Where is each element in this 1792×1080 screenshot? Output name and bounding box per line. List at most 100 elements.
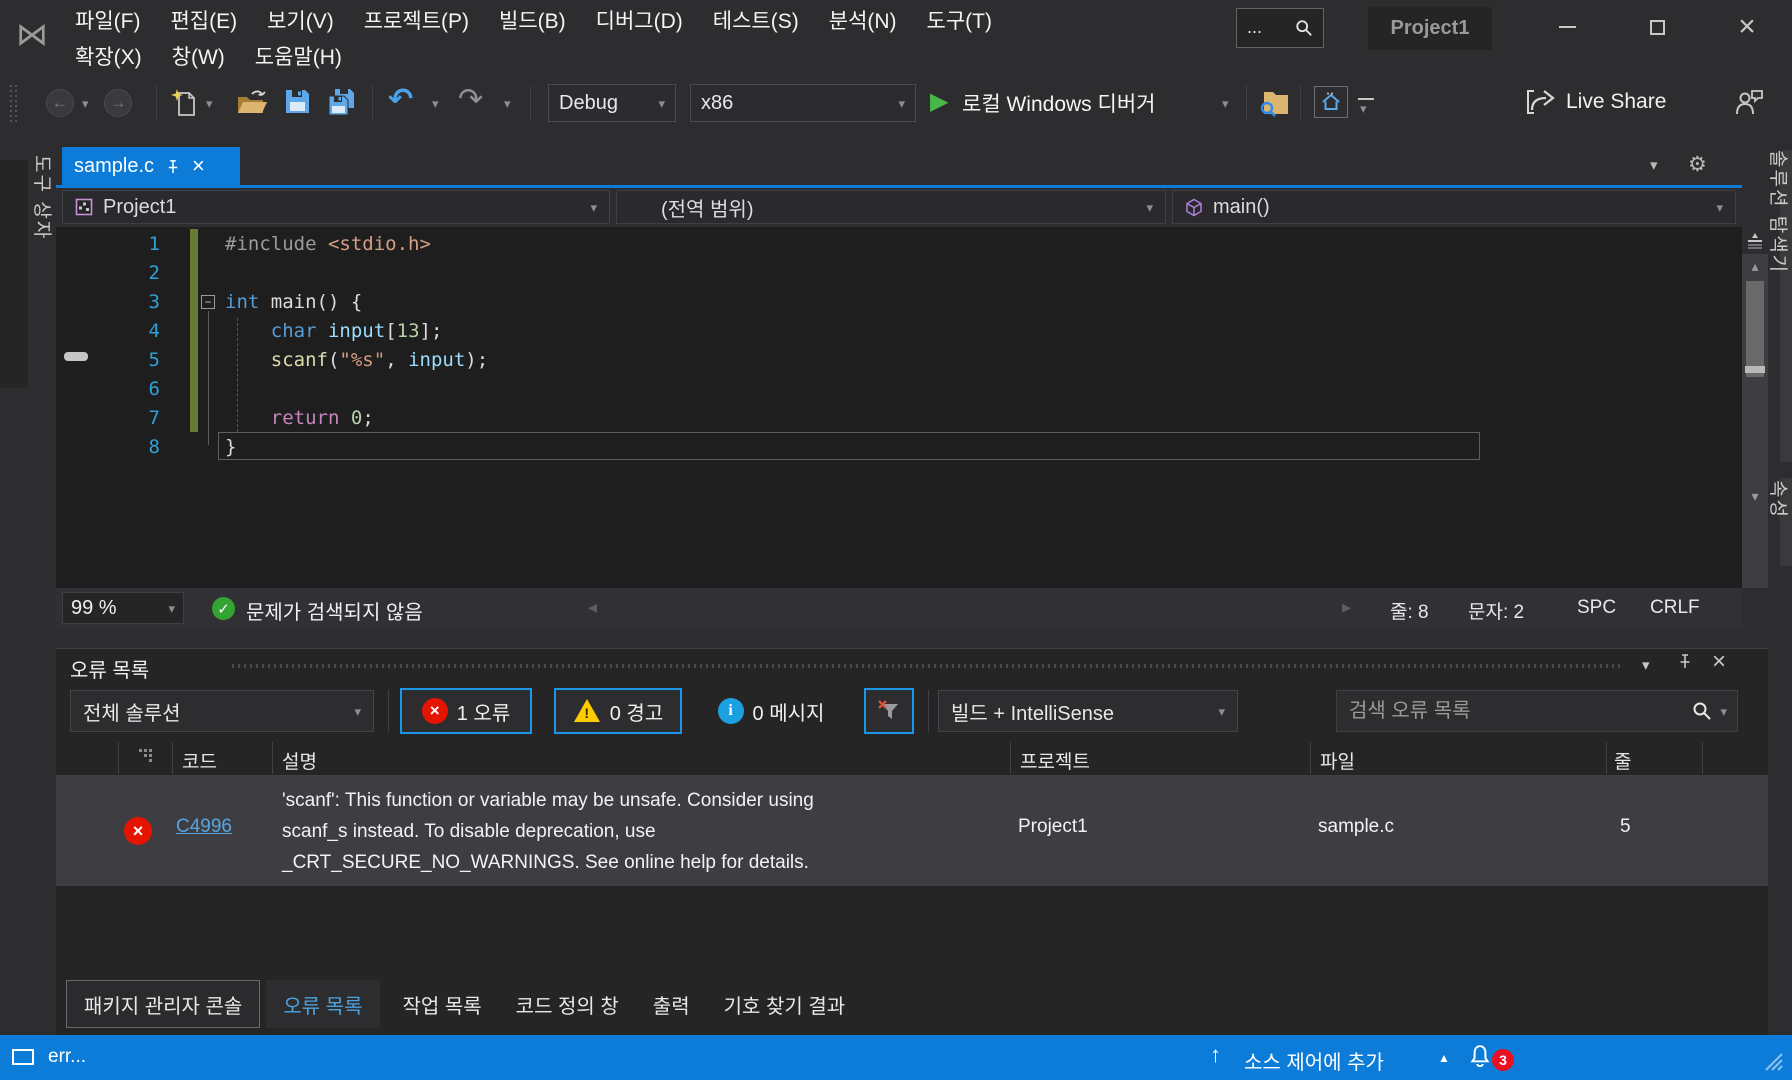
- line-number[interactable]: 7: [56, 407, 160, 429]
- warnings-filter-toggle[interactable]: ! 0 경고: [554, 688, 682, 734]
- messages-filter-toggle[interactable]: i 0 메시지: [700, 690, 842, 732]
- pin-icon[interactable]: [166, 159, 180, 174]
- line-number[interactable]: 1: [56, 233, 160, 255]
- undo-dropdown-caret[interactable]: ▾: [432, 97, 439, 110]
- column-header-line[interactable]: 줄: [1614, 747, 1631, 774]
- document-tab-sample-c[interactable]: sample.c ×: [62, 147, 240, 185]
- error-project-cell[interactable]: Project1: [1018, 816, 1088, 838]
- save-all-button[interactable]: [326, 88, 358, 118]
- column-header-code[interactable]: 코드: [182, 747, 217, 774]
- panel-tab-package-manager-console[interactable]: 패키지 관리자 콘솔: [66, 980, 261, 1028]
- panel-tab-task-list[interactable]: 작업 목록: [386, 980, 499, 1028]
- navbar-scope-dropdown[interactable]: (전역 범위) ▾: [616, 190, 1166, 224]
- code-line-7[interactable]: 7 return 0;: [56, 403, 1606, 432]
- panel-position-caret[interactable]: ▾: [1642, 658, 1650, 673]
- source-control-caret-icon[interactable]: ▲: [1438, 1051, 1450, 1065]
- platform-dropdown[interactable]: x86 ▾: [690, 84, 916, 122]
- debugger-dropdown-caret[interactable]: ▾: [1222, 97, 1229, 110]
- panel-tab-error-list[interactable]: 오류 목록: [266, 980, 380, 1028]
- hscroll-left-arrow[interactable]: ◂: [588, 597, 597, 618]
- start-debugging-play-icon[interactable]: ▶: [930, 90, 948, 114]
- new-file-button[interactable]: [170, 88, 198, 118]
- navigate-forward-button[interactable]: →: [104, 89, 132, 117]
- status-bar-left-text[interactable]: err...: [48, 1046, 86, 1068]
- cursor-line-indicator[interactable]: 줄: 8: [1390, 597, 1429, 624]
- solution-config-dropdown[interactable]: Debug ▾: [548, 84, 676, 122]
- add-to-source-control-button[interactable]: 소스 제어에 추가: [1244, 1046, 1384, 1075]
- code-line-3[interactable]: 3 int main() {: [56, 287, 1606, 316]
- document-health-check-icon[interactable]: ✓: [212, 597, 235, 620]
- live-share-button[interactable]: [1524, 88, 1558, 116]
- sidebar-tab-solution-explorer[interactable]: 솔루션 탐색기: [1766, 150, 1792, 274]
- navigate-back-button[interactable]: ←: [46, 89, 74, 117]
- undo-button[interactable]: ↶: [388, 85, 413, 115]
- new-file-dropdown-caret[interactable]: ▾: [206, 97, 213, 110]
- editor-split-handle[interactable]: [1742, 227, 1768, 254]
- navbar-project-dropdown[interactable]: Project1 ▾: [62, 190, 610, 224]
- editor-options-gear-icon[interactable]: ⚙: [1688, 152, 1707, 177]
- scrollbar-thumb[interactable]: [1746, 281, 1764, 377]
- line-number[interactable]: 2: [56, 262, 160, 284]
- sidebar-tab-properties[interactable]: 속성: [1766, 480, 1792, 519]
- indentation-indicator[interactable]: SPC: [1577, 597, 1616, 619]
- tab-close-icon[interactable]: ×: [192, 155, 205, 177]
- search-options-caret[interactable]: ▾: [1720, 705, 1727, 718]
- menu-tools[interactable]: 도구(T): [927, 5, 992, 35]
- error-list-search-box[interactable]: ▾: [1336, 690, 1738, 732]
- resize-grip-icon[interactable]: [1762, 1050, 1784, 1072]
- search-icon[interactable]: [1692, 701, 1712, 721]
- line-number[interactable]: 5: [56, 349, 160, 371]
- toolbar-overflow-button[interactable]: ▾: [1360, 102, 1367, 115]
- error-scope-dropdown[interactable]: 전체 솔루션 ▾: [70, 690, 374, 732]
- menu-debug[interactable]: 디버그(D): [596, 5, 683, 35]
- scrollbar-down-arrow[interactable]: ▾: [1742, 488, 1768, 505]
- menu-help[interactable]: 도움말(H): [255, 41, 342, 71]
- scrollbar-up-arrow[interactable]: ▴: [1742, 258, 1768, 275]
- menu-edit[interactable]: 편집(E): [170, 5, 237, 35]
- notification-count-badge[interactable]: 3: [1492, 1049, 1514, 1071]
- hscroll-right-arrow[interactable]: ▸: [1342, 597, 1351, 618]
- code-line-4[interactable]: 4 char input[13];: [56, 316, 1606, 345]
- minimize-button[interactable]: [1522, 0, 1612, 54]
- feedback-button[interactable]: [1734, 88, 1764, 116]
- menu-view[interactable]: 보기(V): [267, 5, 334, 35]
- toolbar-drag-handle[interactable]: [10, 85, 12, 123]
- solution-home-button[interactable]: [1314, 86, 1348, 118]
- notifications-bell-icon[interactable]: [1468, 1044, 1492, 1070]
- panel-close-icon[interactable]: ×: [1712, 648, 1726, 676]
- errors-filter-toggle[interactable]: × 1 오류: [400, 688, 532, 734]
- find-in-files-button[interactable]: [1258, 88, 1290, 118]
- menu-test[interactable]: 테스트(S): [713, 5, 799, 35]
- redo-dropdown-caret[interactable]: ▾: [504, 97, 511, 110]
- error-description[interactable]: 'scanf': This function or variable may b…: [282, 785, 860, 878]
- error-code-link[interactable]: C4996: [176, 816, 232, 838]
- toolbar-drag-handle2[interactable]: [15, 85, 17, 123]
- document-list-caret[interactable]: ▾: [1650, 158, 1658, 173]
- save-button[interactable]: [284, 88, 311, 115]
- panel-drag-handle[interactable]: [232, 664, 1624, 668]
- fold-collapse-button[interactable]: −: [201, 295, 215, 309]
- line-number[interactable]: 8: [56, 436, 160, 458]
- panel-tab-find-symbol-results[interactable]: 기호 찾기 결과: [707, 980, 863, 1028]
- code-line-2[interactable]: 2: [56, 258, 1606, 287]
- maximize-button[interactable]: [1612, 0, 1702, 54]
- task-status-icon[interactable]: [12, 1049, 34, 1065]
- sidebar-tab-toolbox[interactable]: 도구 상자: [30, 155, 57, 240]
- menu-project[interactable]: 프로젝트(P): [364, 5, 469, 35]
- error-line-cell[interactable]: 5: [1620, 816, 1631, 838]
- line-number[interactable]: 6: [56, 378, 160, 400]
- code-line-6[interactable]: 6: [56, 374, 1606, 403]
- menu-extensions[interactable]: 확장(X): [75, 41, 142, 71]
- back-dropdown-caret[interactable]: ▾: [82, 97, 89, 110]
- navbar-member-dropdown[interactable]: main() ▾: [1172, 190, 1736, 224]
- menu-file[interactable]: 파일(F): [75, 5, 140, 35]
- cursor-column-indicator[interactable]: 문자: 2: [1468, 597, 1524, 624]
- error-source-dropdown[interactable]: 빌드 + IntelliSense ▾: [938, 690, 1238, 732]
- column-header-file[interactable]: 파일: [1320, 747, 1355, 774]
- menu-window[interactable]: 창(W): [172, 41, 225, 71]
- zoom-level-dropdown[interactable]: 99 % ▾: [62, 592, 184, 624]
- panel-tab-output[interactable]: 출력: [636, 980, 707, 1028]
- code-line-1[interactable]: 1 #include <stdio.h>: [56, 229, 1606, 258]
- code-line-5[interactable]: 5 scanf("%s", input);: [56, 345, 1606, 374]
- error-list-search-input[interactable]: [1347, 698, 1685, 724]
